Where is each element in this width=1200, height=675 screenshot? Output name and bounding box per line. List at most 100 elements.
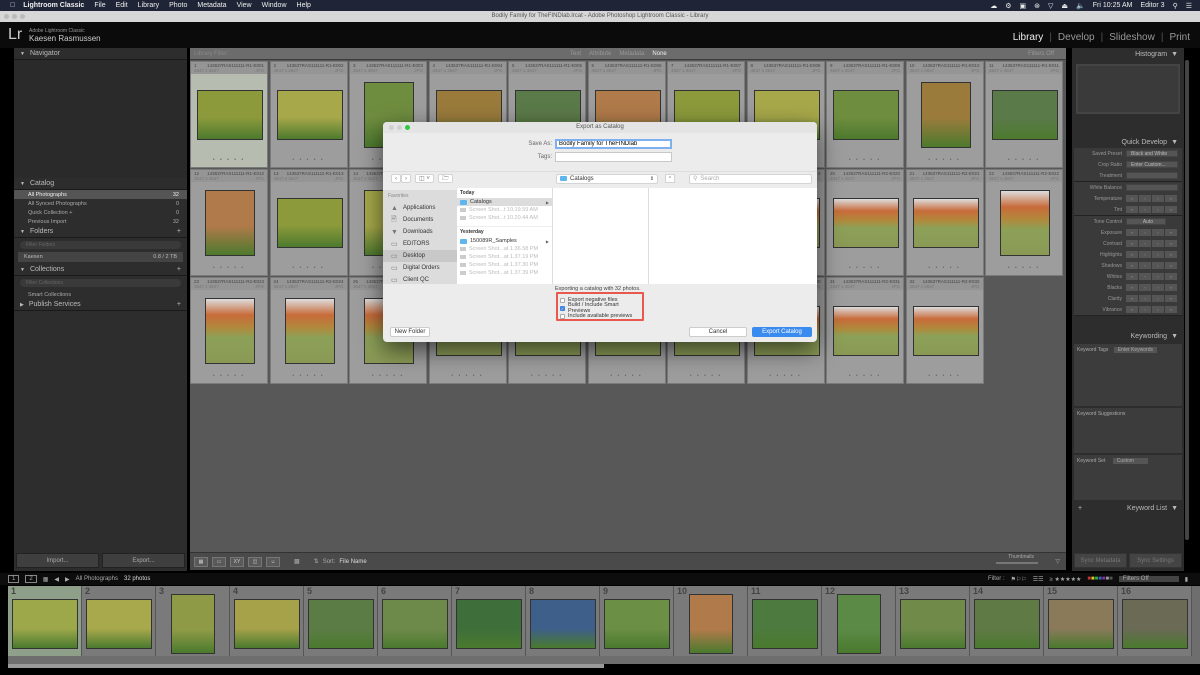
tint-stepper[interactable]: ‹‹ ‹ › ›› [1126,206,1177,213]
rating-dots[interactable]: • • • • • [271,265,347,271]
clock[interactable]: Fri 10:25 AM [1093,2,1133,9]
filmstrip-thumbnail[interactable] [604,599,670,649]
folder-samples[interactable]: 150089R_Samples ▶ [457,237,552,245]
photo-thumbnail[interactable] [205,190,255,256]
auto-tone-button[interactable]: Auto [1126,218,1166,225]
grid-cell[interactable]: 24 143637RAS111111-R2-E024 3647 x 4847 JPG •… [269,277,348,384]
smart-previews-option[interactable]: ✓ Build / Include Smart Previews [560,302,640,314]
spotlight-search-icon[interactable]: ⚲ [1173,2,1178,10]
location-select[interactable]: Catalogs ⇕ [556,173,658,184]
rating-dots[interactable]: • • • • • [589,373,665,379]
file-item[interactable]: Screen Shot...at 1.36.58 PM [457,245,552,253]
filmstrip-thumbnail[interactable] [86,599,152,649]
folders-header[interactable]: ▼ Folders + [14,226,187,238]
filmstrip-thumbnail[interactable] [1122,599,1188,649]
grid-cell[interactable]: 1 143637RAS111111-R1-E001 4847 x 3647 JPG • … [190,61,268,168]
keyword-set-select[interactable]: Custom [1112,458,1148,464]
available-previews-option[interactable]: Include available previews [560,312,640,320]
app-menu[interactable]: Lightroom Classic [23,2,84,9]
filmstrip-thumbnail[interactable] [689,594,733,654]
rating-dots[interactable]: • • • • • [668,373,744,379]
filmstrip-scrollbar[interactable] [8,664,604,668]
sidebar-item-documents[interactable]: 🗎 Documents [383,214,457,226]
menu-metadata[interactable]: Metadata [197,2,226,9]
import-button[interactable]: Import... [16,553,99,568]
grid-cell[interactable]: 11 143637RAS111111-R1-E011 4847 x 3647 JPG •… [985,61,1063,168]
filmstrip-cell[interactable]: 11 [748,586,822,656]
filmstrip-cell[interactable]: 2 [82,586,156,656]
tags-input[interactable] [555,152,672,162]
grid-cell[interactable]: 13 143637RAS111111-R1-E013 4847 x 3647 JPG •… [269,169,348,276]
rating-dots[interactable]: • • • • • [191,265,267,271]
qd-stepper[interactable]: ‹‹ ‹ › ›› [1126,273,1177,280]
file-item[interactable]: Screen Shot...t 10.20.44 AM [457,214,552,222]
qd-stepper[interactable]: ‹‹ ‹ › ›› [1126,229,1177,236]
rating-dots[interactable]: • • • • • [827,265,903,271]
filmstrip-thumbnail[interactable] [234,599,300,649]
filter-tab-metadata[interactable]: Metadata [619,51,644,57]
collections-header[interactable]: ▼ Collections + [14,264,187,276]
drive-icon[interactable]: ▣ [1020,2,1027,10]
navigator-preview[interactable] [14,60,187,178]
expand-dialog-button[interactable]: ⌃ [665,174,675,183]
quick-develop-header[interactable]: Quick Develop ▼ [1072,136,1184,148]
module-slideshow[interactable]: Slideshow [1109,32,1155,43]
notification-center-icon[interactable]: ☰ [1186,2,1192,10]
zoom-window-button[interactable] [20,14,25,19]
grid-cell[interactable]: 9 143637RAS111111-R1-E009 4847 x 3647 JPG • … [826,61,904,168]
sidebar-item-downloads[interactable]: ▼ Downloads [383,226,457,238]
grid-cell[interactable]: 31 143637RAS111111-R2-E031 4847 x 3647 JPG •… [826,277,904,384]
module-develop[interactable]: Develop [1058,32,1095,43]
user-name[interactable]: Editor 3 [1140,2,1164,9]
qd-stepper[interactable]: ‹‹ ‹ › ›› [1126,240,1177,247]
filter-lock-icon[interactable]: ▮ [1185,576,1188,583]
sidebar-item-applications[interactable]: ▲ Applications [383,202,457,214]
photo-thumbnail[interactable] [912,306,979,356]
new-folder-button[interactable]: New Folder [390,327,430,337]
rating-dots[interactable]: • • • • • [907,265,983,271]
filmstrip-cell[interactable]: 9 [600,586,674,656]
photo-thumbnail[interactable] [833,90,899,140]
filmstrip-thumbnail[interactable] [837,594,881,654]
filmstrip-thumbnail[interactable] [382,599,448,649]
add-folder-icon[interactable]: + [177,228,181,235]
menu-photo[interactable]: Photo [169,2,187,9]
toolbar-menu-icon[interactable]: ▽ [1055,558,1060,565]
catalog-item-all-synced[interactable]: All Synced Photographs 0 [14,199,187,208]
bluetooth-icon[interactable]: ⊛ [1034,2,1040,10]
filmstrip-cell[interactable]: 5 [304,586,378,656]
filmstrip-cell[interactable]: 6 [378,586,452,656]
filmstrip-thumbnail[interactable] [456,599,522,649]
rating-dots[interactable]: • • • • • [430,373,506,379]
module-print[interactable]: Print [1169,32,1190,43]
sync-settings-button[interactable]: Sync Settings [1129,553,1182,568]
grid-cell[interactable]: 20 143637RAS111111-R2-E020 4847 x 3647 JPG •… [826,169,904,276]
photo-thumbnail[interactable] [920,82,971,148]
checkbox[interactable] [560,313,565,319]
folder-volume-kaesen[interactable]: Kaesen 0.8 / 2 TB [18,252,183,262]
crop-ratio-select[interactable]: Enter Custom... [1126,161,1178,168]
minimize-window-button[interactable] [12,14,17,19]
rating-dots[interactable]: • • • • • [827,157,903,163]
folder-catalogs[interactable]: Catalogs ▶ [457,198,552,206]
filmstrip-thumbnail[interactable] [900,599,966,649]
qd-stepper[interactable]: ‹‹ ‹ › ›› [1126,262,1177,269]
sidebar-item-digital-orders[interactable]: ▭ Digital Orders [383,262,457,274]
back-button[interactable]: ‹ [391,174,401,183]
primary-window-icon[interactable]: 1 [8,575,20,583]
gear-icon[interactable]: ⚙ [1005,2,1011,10]
rating-dots[interactable]: • • • • • [271,157,347,163]
photo-thumbnail[interactable] [833,306,899,356]
catalog-item-quick-collection[interactable]: Quick Collection +0 [14,208,187,217]
painter-icon[interactable]: ▩ [294,558,300,565]
file-item[interactable]: Screen Shot...t 10.19.59 AM [457,206,552,214]
filmstrip-thumbnail[interactable] [752,599,818,649]
filmstrip-cell[interactable]: 16 [1118,586,1192,656]
grid-cell[interactable]: 21 143637RAS111111-R2-E021 4847 x 3647 JPG •… [905,169,984,276]
qd-stepper[interactable]: ‹‹ ‹ › ›› [1126,251,1177,258]
compare-view-icon[interactable]: XY [230,556,244,567]
sync-metadata-button[interactable]: Sync Metadata [1074,553,1127,568]
temperature-stepper[interactable]: ‹‹ ‹ › ›› [1126,195,1177,202]
filmstrip-cell[interactable]: 7 [452,586,526,656]
saved-preset-select[interactable]: Black and White [1126,150,1178,157]
